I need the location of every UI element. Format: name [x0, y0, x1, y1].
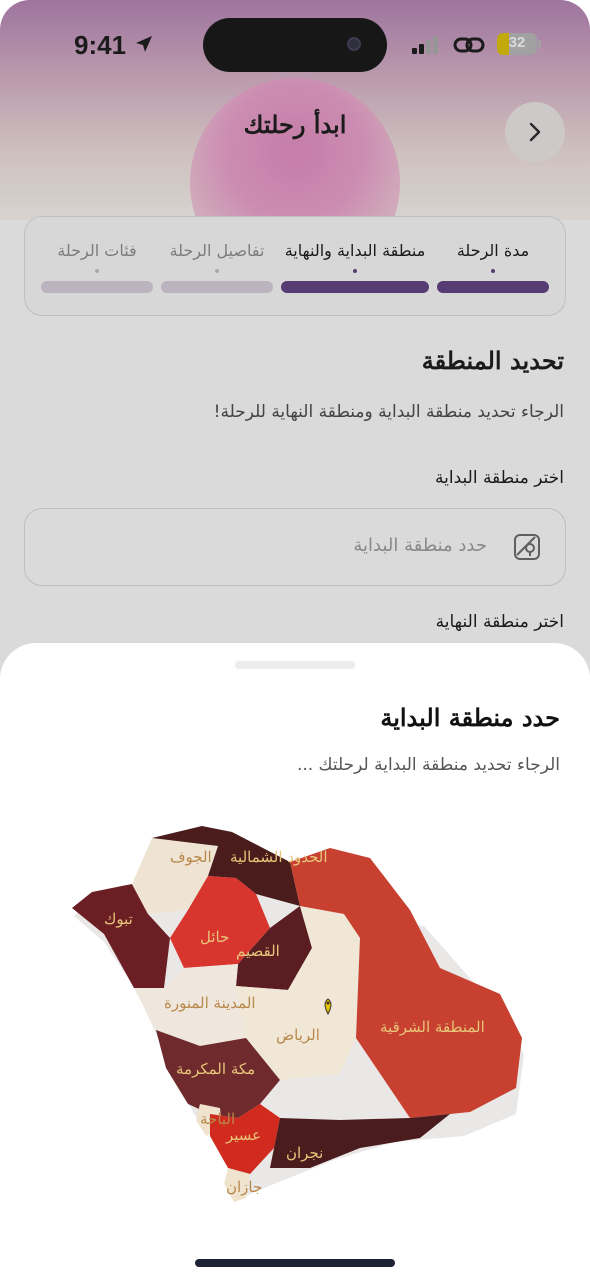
saudi-regions-map: الجوف الحدود الشمالية تبوك حائل القصيم ا… [72, 826, 524, 1202]
region-label: الجوف [170, 848, 212, 866]
region-label: جازان [226, 1178, 262, 1196]
region-label: نجران [286, 1144, 323, 1162]
region-label: حائل [200, 928, 229, 946]
region-label: عسير [225, 1126, 261, 1144]
sheet-subtitle: الرجاء تحديد منطقة البداية لرحلتك ... [296, 755, 560, 775]
region-label: الرياض [276, 1026, 320, 1044]
region-label: تبوك [104, 910, 133, 928]
region-label: المدينة المنورة [164, 994, 256, 1012]
region-label: الحدود الشمالية [230, 848, 328, 866]
screen: 9:41 32 ابدأ رحلتك مدة الرحلة منطقة البد… [0, 0, 590, 1278]
region-label: مكة المكرمة [176, 1060, 255, 1078]
region-label: المنطقة الشرقية [380, 1018, 485, 1036]
region-label: القصيم [236, 942, 280, 960]
home-indicator [195, 1259, 395, 1267]
sheet-title: حدد منطقة البداية [380, 703, 560, 732]
sheet-grabber[interactable] [235, 661, 355, 669]
bottom-sheet: حدد منطقة البداية الرجاء تحديد منطقة الب… [0, 643, 590, 1278]
